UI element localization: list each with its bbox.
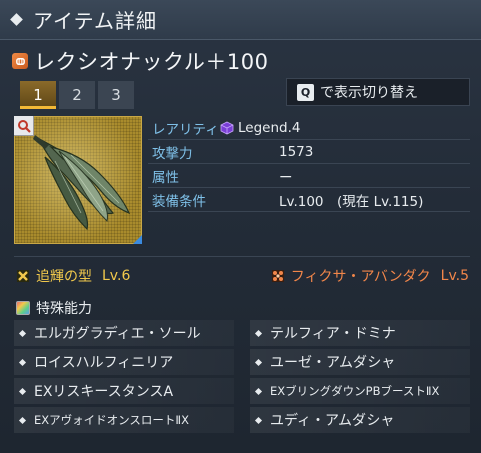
- stat-row-requirement: 装備条件 Lv.100 (現在 Lv.115): [148, 188, 470, 212]
- stat-row-element: 属性 ー: [148, 164, 470, 188]
- ability-item[interactable]: ユディ・アムダシャ: [250, 407, 470, 433]
- item-detail-panel: アイテム詳細 レクシオナックル＋100 1 2 3 Q で表示切り替え レアリテ…: [0, 0, 481, 453]
- ability-name: ロイスハルフィニリア: [34, 355, 174, 371]
- ability-bullet-icon: [18, 387, 27, 395]
- ability-bullet-icon: [254, 329, 263, 337]
- magnify-icon: [17, 119, 31, 133]
- ability-bullet-icon: [254, 358, 263, 366]
- ability-list: エルガグラディエ・ソール テルフィア・ドミナ ロイスハルフィニリア ユーゼ・アム…: [14, 320, 470, 433]
- display-toggle-label: で表示切り替え: [320, 85, 418, 101]
- tab-bar: 1 2 3: [20, 81, 134, 109]
- ability-item[interactable]: EXリスキースタンスA: [14, 378, 234, 404]
- title-diamond-icon: [10, 13, 23, 26]
- ability-name: EXアヴォイドオンスロートⅡX: [34, 413, 189, 427]
- requirement-label: 装備条件: [152, 193, 206, 210]
- ability-bullet-icon: [18, 358, 27, 366]
- knuckle-artwork: [33, 135, 131, 231]
- rarity-label: レアリティ: [152, 121, 219, 138]
- ability-name: エルガグラディエ・ソール: [34, 326, 201, 342]
- window-title: アイテム詳細: [33, 9, 157, 33]
- ability-item[interactable]: テルフィア・ドミナ: [250, 320, 470, 346]
- tab-1[interactable]: 1: [20, 81, 56, 109]
- ability-bullet-icon: [18, 329, 27, 337]
- augment-right-level: Lv.5: [440, 268, 469, 284]
- item-name: レクシオナックル＋100: [34, 50, 269, 74]
- divider: [14, 256, 470, 257]
- title-bar: アイテム詳細: [0, 0, 481, 40]
- tab-2[interactable]: 2: [59, 81, 95, 109]
- stat-row-rarity: レアリティ Legend.4: [148, 116, 470, 140]
- stat-row-attack: 攻撃力 1573: [148, 140, 470, 164]
- ability-name: ユディ・アムダシャ: [270, 413, 395, 429]
- element-label: 属性: [152, 169, 179, 186]
- special-ability-icon: [16, 301, 30, 315]
- ability-bullet-icon: [18, 416, 27, 424]
- ability-item[interactable]: ロイスハルフィニリア: [14, 349, 234, 375]
- ability-name: EXブリングダウンPBブーストⅡX: [270, 384, 440, 398]
- augment-cross-icon: [17, 270, 29, 282]
- augment-right-name: フィクサ・アバンダク: [290, 269, 431, 285]
- item-name-row: レクシオナックル＋100: [12, 46, 268, 76]
- rarity-cube-icon: [220, 121, 234, 134]
- ability-bullet-icon: [254, 416, 263, 424]
- stats-table: レアリティ Legend.4 攻撃力 1573 属性 ー 装備条件 Lv.100…: [148, 116, 470, 212]
- attack-value: 1573: [279, 143, 314, 160]
- tab-3[interactable]: 3: [98, 81, 134, 109]
- special-ability-title: 特殊能力: [36, 301, 92, 317]
- element-value: ー: [279, 169, 293, 186]
- ability-name: テルフィア・ドミナ: [270, 326, 396, 342]
- zoom-button[interactable]: [14, 116, 34, 136]
- ability-name: ユーゼ・アムダシャ: [270, 355, 396, 371]
- special-ability-header: 特殊能力: [16, 298, 92, 318]
- augment-left-level: Lv.6: [102, 268, 131, 284]
- q-key-icon: Q: [297, 83, 314, 101]
- knuckle-icon: [12, 53, 28, 69]
- ability-item[interactable]: EXブリングダウンPBブーストⅡX: [250, 378, 470, 404]
- ability-name: EXリスキースタンスA: [34, 384, 174, 400]
- augment-left-name: 追輝の型: [36, 269, 92, 285]
- ability-bullet-icon: [254, 387, 263, 395]
- corner-marker-icon: [133, 235, 142, 244]
- display-toggle-button[interactable]: Q で表示切り替え: [286, 78, 470, 106]
- augment-left: 追輝の型 Lv.6: [16, 266, 130, 286]
- ability-item[interactable]: EXアヴォイドオンスロートⅡX: [14, 407, 234, 433]
- rarity-value: Legend.4: [238, 119, 301, 136]
- requirement-value: Lv.100 (現在 Lv.115): [279, 193, 424, 210]
- ability-item[interactable]: エルガグラディエ・ソール: [14, 320, 234, 346]
- ability-item[interactable]: ユーゼ・アムダシャ: [250, 349, 470, 375]
- augment-fixa-icon: [271, 270, 284, 282]
- attack-label: 攻撃力: [152, 145, 193, 162]
- augment-right: フィクサ・アバンダク Lv.5: [271, 266, 469, 286]
